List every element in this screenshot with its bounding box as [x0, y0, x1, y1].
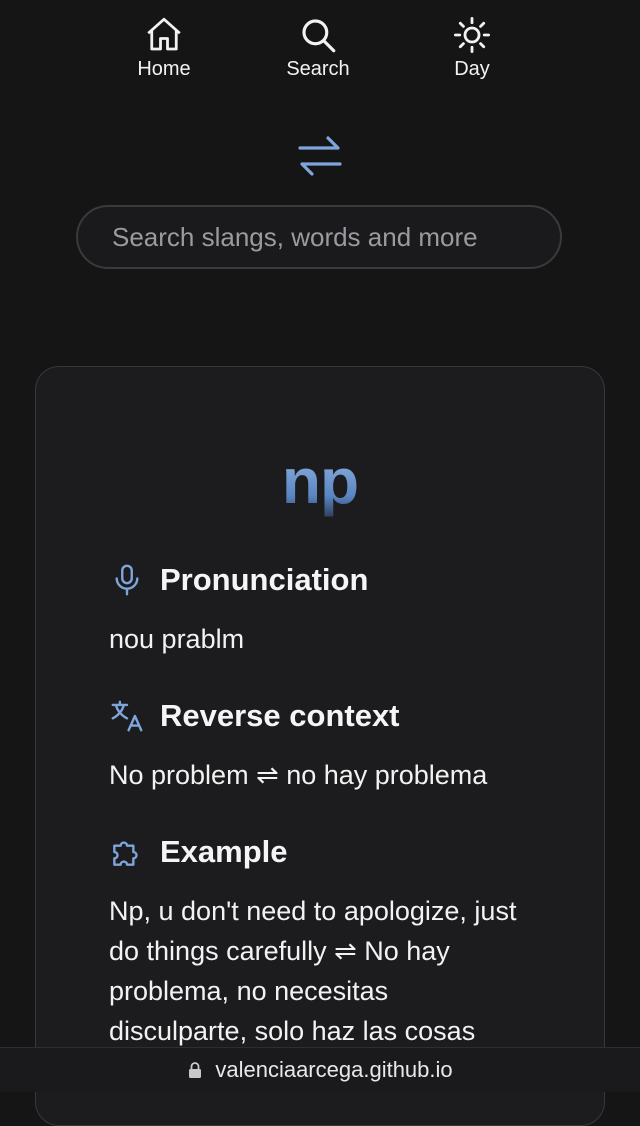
nav-day-toggle[interactable]: Day	[412, 14, 532, 81]
microphone-icon	[115, 564, 139, 596]
reverse-context-heading-text: Reverse context	[160, 698, 400, 733]
browser-url-bar[interactable]: valenciaarcega.github.io	[0, 1047, 640, 1092]
pronunciation-heading: Pronunciation	[108, 561, 368, 599]
translate-icon	[111, 700, 143, 732]
swap-language-button[interactable]	[292, 128, 348, 184]
nav-search[interactable]: Search	[258, 14, 378, 81]
example-heading-text: Example	[160, 834, 288, 869]
search-icon	[302, 19, 336, 53]
nav-home[interactable]: Home	[104, 14, 224, 81]
sun-icon	[453, 16, 491, 54]
example-text: Np, u don't need to apologize, just do t…	[109, 896, 517, 1046]
nav-day-label: Day	[454, 58, 490, 80]
reverse-context-text: No problem ⇌ no hay problema	[109, 760, 488, 790]
puzzle-icon	[113, 841, 138, 866]
word-title: np	[0, 444, 640, 518]
swap-arrows-icon	[298, 136, 342, 176]
nav-home-label: Home	[137, 58, 191, 80]
top-navigation: Home Search Day	[0, 0, 640, 100]
pronunciation-heading-text: Pronunciation	[160, 562, 369, 597]
example-heading: Example	[108, 833, 288, 871]
search-bar[interactable]	[76, 205, 562, 269]
nav-search-label: Search	[286, 58, 350, 80]
search-input[interactable]	[110, 220, 544, 254]
home-icon	[147, 17, 181, 51]
pronunciation-text: nou prablm	[109, 624, 245, 654]
url-text: valenciaarcega.github.io	[215, 1057, 453, 1082]
lock-icon	[189, 1062, 202, 1078]
reverse-context-heading: Reverse context	[108, 697, 400, 735]
